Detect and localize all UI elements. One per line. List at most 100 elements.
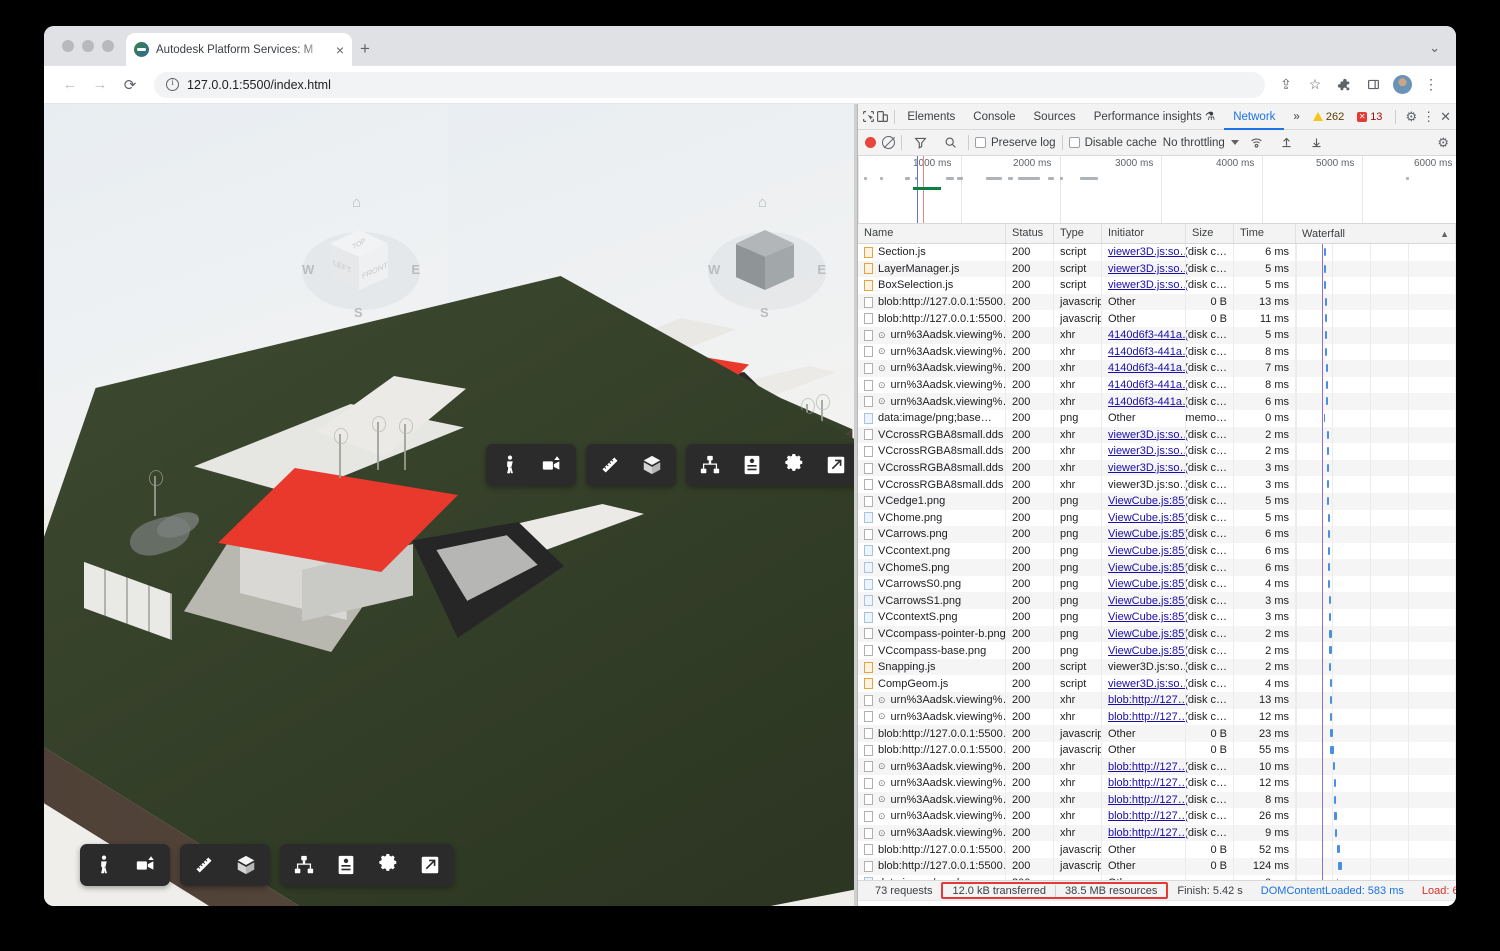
minimize-window-button[interactable] bbox=[82, 40, 94, 52]
table-row[interactable]: CompGeom.js200scriptviewer3D.js:so…(disk… bbox=[858, 675, 1456, 692]
horizontal-scrollbar[interactable] bbox=[858, 900, 1456, 906]
table-row[interactable]: VCarrowsS0.png200pngViewCube.js:859(disk… bbox=[858, 576, 1456, 593]
cell-initiator[interactable]: blob:http://127… bbox=[1102, 758, 1186, 775]
devtools-kebab-icon[interactable]: ⋮ bbox=[1422, 109, 1435, 125]
more-tabs-button[interactable]: » bbox=[1284, 104, 1308, 130]
window-expand-icon[interactable]: ⌄ bbox=[1429, 40, 1440, 56]
table-row[interactable]: ⊙urn%3Aadsk.viewing%…200xhr4140d6f3-441a… bbox=[858, 327, 1456, 344]
table-row[interactable]: ⊙urn%3Aadsk.viewing%…200xhrblob:http://1… bbox=[858, 808, 1456, 825]
column-type[interactable]: Type bbox=[1054, 224, 1102, 243]
viewer-toolbar-main[interactable] bbox=[80, 844, 454, 886]
table-row[interactable]: ⊙urn%3Aadsk.viewing%…200xhr4140d6f3-441a… bbox=[858, 344, 1456, 361]
column-time[interactable]: Time bbox=[1234, 224, 1296, 243]
cell-initiator[interactable]: blob:http://127… bbox=[1102, 709, 1186, 726]
viewcube-left[interactable]: ⌂ W E S TOP LEFT FRONT bbox=[296, 200, 426, 322]
cell-initiator[interactable]: ViewCube.js:859 bbox=[1102, 526, 1186, 543]
table-row[interactable]: Snapping.js200scriptviewer3D.js:so…(disk… bbox=[858, 659, 1456, 676]
preserve-log-box[interactable] bbox=[975, 137, 986, 148]
cell-initiator[interactable]: ViewCube.js:859 bbox=[1102, 626, 1186, 643]
device-toolbar-icon[interactable] bbox=[876, 106, 890, 128]
table-row[interactable]: BoxSelection.js200scriptviewer3D.js:so…(… bbox=[858, 277, 1456, 294]
camera-interactions-button-main[interactable] bbox=[125, 846, 167, 884]
viewcube-right[interactable]: ⌂ W E S bbox=[702, 200, 832, 322]
browser-tab[interactable]: Autodesk Platform Services: M × bbox=[126, 33, 352, 66]
cell-initiator[interactable]: viewer3D.js:so… bbox=[1102, 427, 1186, 444]
table-row[interactable]: blob:http://127.0.0.1:5500…200javascript… bbox=[858, 294, 1456, 311]
cell-initiator[interactable]: ViewCube.js:859 bbox=[1102, 543, 1186, 560]
cell-initiator[interactable]: ViewCube.js:859 bbox=[1102, 642, 1186, 659]
import-har-icon[interactable] bbox=[1275, 132, 1299, 154]
column-initiator[interactable]: Initiator bbox=[1102, 224, 1186, 243]
table-row[interactable]: data:image/png;base…200pngOther(memo…0 m… bbox=[858, 410, 1456, 427]
table-row[interactable]: VCcrossRGBA8small.dds200xhrviewer3D.js:s… bbox=[858, 476, 1456, 493]
table-row[interactable]: blob:http://127.0.0.1:5500…200javascript… bbox=[858, 858, 1456, 875]
viewer-toolbar-secondary[interactable] bbox=[486, 444, 854, 486]
cell-initiator[interactable]: blob:http://127… bbox=[1102, 692, 1186, 709]
table-row[interactable]: VCcontext.png200pngViewCube.js:859(disk … bbox=[858, 543, 1456, 560]
cell-initiator[interactable]: ViewCube.js:859 bbox=[1102, 576, 1186, 593]
browser-menu-icon[interactable]: ⋮ bbox=[1418, 72, 1444, 98]
cell-initiator[interactable]: viewer3D.js:so… bbox=[1102, 261, 1186, 278]
measure-tool-button[interactable] bbox=[589, 446, 631, 484]
disable-cache-checkbox[interactable]: Disable cache bbox=[1069, 137, 1157, 149]
back-button[interactable]: ← bbox=[56, 71, 84, 99]
tab-network[interactable]: Network bbox=[1224, 104, 1284, 130]
column-waterfall[interactable]: Waterfall ▲ bbox=[1296, 224, 1456, 243]
export-har-icon[interactable] bbox=[1305, 132, 1329, 154]
section-analysis-button-main[interactable] bbox=[225, 846, 267, 884]
model-group-secondary[interactable] bbox=[686, 444, 854, 486]
tab-sources[interactable]: Sources bbox=[1025, 104, 1085, 130]
table-row[interactable]: VCcrossRGBA8small.dds200xhrviewer3D.js:s… bbox=[858, 427, 1456, 444]
record-button[interactable] bbox=[865, 137, 876, 148]
table-row[interactable]: ⊙urn%3Aadsk.viewing%…200xhrblob:http://1… bbox=[858, 692, 1456, 709]
model-structure-button[interactable] bbox=[689, 446, 731, 484]
clear-button[interactable] bbox=[882, 136, 895, 149]
cell-initiator[interactable]: ViewCube.js:859 bbox=[1102, 510, 1186, 527]
fullscreen-button[interactable] bbox=[815, 446, 854, 484]
table-row[interactable]: data:image/png;base…200pngOther(memo…0 m… bbox=[858, 875, 1456, 880]
properties-panel-button-main[interactable] bbox=[325, 846, 367, 884]
chevron-down-icon[interactable] bbox=[1231, 140, 1239, 145]
cell-initiator[interactable]: 4140d6f3-441a… bbox=[1102, 344, 1186, 361]
maximize-window-button[interactable] bbox=[102, 40, 114, 52]
cell-initiator[interactable]: viewer3D.js:so… bbox=[1102, 675, 1186, 692]
close-tab-icon[interactable]: × bbox=[336, 43, 344, 57]
table-row[interactable]: VCcrossRGBA8small.dds200xhrviewer3D.js:s… bbox=[858, 460, 1456, 477]
table-row[interactable]: VChome.png200pngViewCube.js:859(disk c…5… bbox=[858, 510, 1456, 527]
settings-button-main[interactable] bbox=[367, 846, 409, 884]
cell-initiator[interactable]: 4140d6f3-441a… bbox=[1102, 360, 1186, 377]
table-row[interactable]: ⊙urn%3Aadsk.viewing%…200xhr4140d6f3-441a… bbox=[858, 377, 1456, 394]
fullscreen-button-main[interactable] bbox=[409, 846, 451, 884]
cell-initiator[interactable]: viewer3D.js:so… bbox=[1102, 460, 1186, 477]
network-settings-gear-icon[interactable]: ⚙ bbox=[1437, 135, 1449, 151]
table-row[interactable]: ⊙urn%3Aadsk.viewing%…200xhr4140d6f3-441a… bbox=[858, 360, 1456, 377]
cell-initiator[interactable]: viewer3D.js:so… bbox=[1102, 244, 1186, 261]
network-conditions-icon[interactable] bbox=[1245, 132, 1269, 154]
table-row[interactable]: blob:http://127.0.0.1:5500…200javascript… bbox=[858, 725, 1456, 742]
table-row[interactable]: ⊙urn%3Aadsk.viewing%…200xhrblob:http://1… bbox=[858, 775, 1456, 792]
warnings-badge[interactable]: 262 bbox=[1309, 111, 1348, 123]
forward-button[interactable]: → bbox=[86, 71, 114, 99]
first-person-walk-button-main[interactable] bbox=[83, 846, 125, 884]
table-row[interactable]: ⊙urn%3Aadsk.viewing%…200xhr4140d6f3-441a… bbox=[858, 393, 1456, 410]
table-row[interactable]: VCcompass-pointer-b.png200pngViewCube.js… bbox=[858, 626, 1456, 643]
column-size[interactable]: Size bbox=[1186, 224, 1234, 243]
table-row[interactable]: VCarrowsS1.png200pngViewCube.js:859(disk… bbox=[858, 592, 1456, 609]
new-tab-button[interactable]: + bbox=[360, 39, 370, 59]
throttling-select[interactable]: No throttling bbox=[1163, 137, 1225, 149]
tab-performance-insights[interactable]: Performance insights ⚗ bbox=[1085, 104, 1225, 130]
cell-initiator[interactable]: 4140d6f3-441a… bbox=[1102, 393, 1186, 410]
table-row[interactable]: blob:http://127.0.0.1:5500…200javascript… bbox=[858, 742, 1456, 759]
table-row[interactable]: LayerManager.js200scriptviewer3D.js:so…(… bbox=[858, 261, 1456, 278]
devtools-close-icon[interactable]: ✕ bbox=[1440, 109, 1451, 125]
cell-initiator[interactable]: viewer3D.js:so… bbox=[1102, 443, 1186, 460]
tab-console[interactable]: Console bbox=[964, 104, 1024, 130]
measure-tool-button-main[interactable] bbox=[183, 846, 225, 884]
column-name[interactable]: Name bbox=[858, 224, 1006, 243]
bookmark-star-icon[interactable]: ☆ bbox=[1302, 72, 1328, 98]
search-icon[interactable] bbox=[938, 132, 962, 154]
cell-initiator[interactable]: ViewCube.js:859 bbox=[1102, 592, 1186, 609]
preserve-log-checkbox[interactable]: Preserve log bbox=[975, 137, 1056, 149]
table-row[interactable]: blob:http://127.0.0.1:5500…200javascript… bbox=[858, 841, 1456, 858]
devtools-settings-gear-icon[interactable]: ⚙ bbox=[1405, 109, 1417, 125]
